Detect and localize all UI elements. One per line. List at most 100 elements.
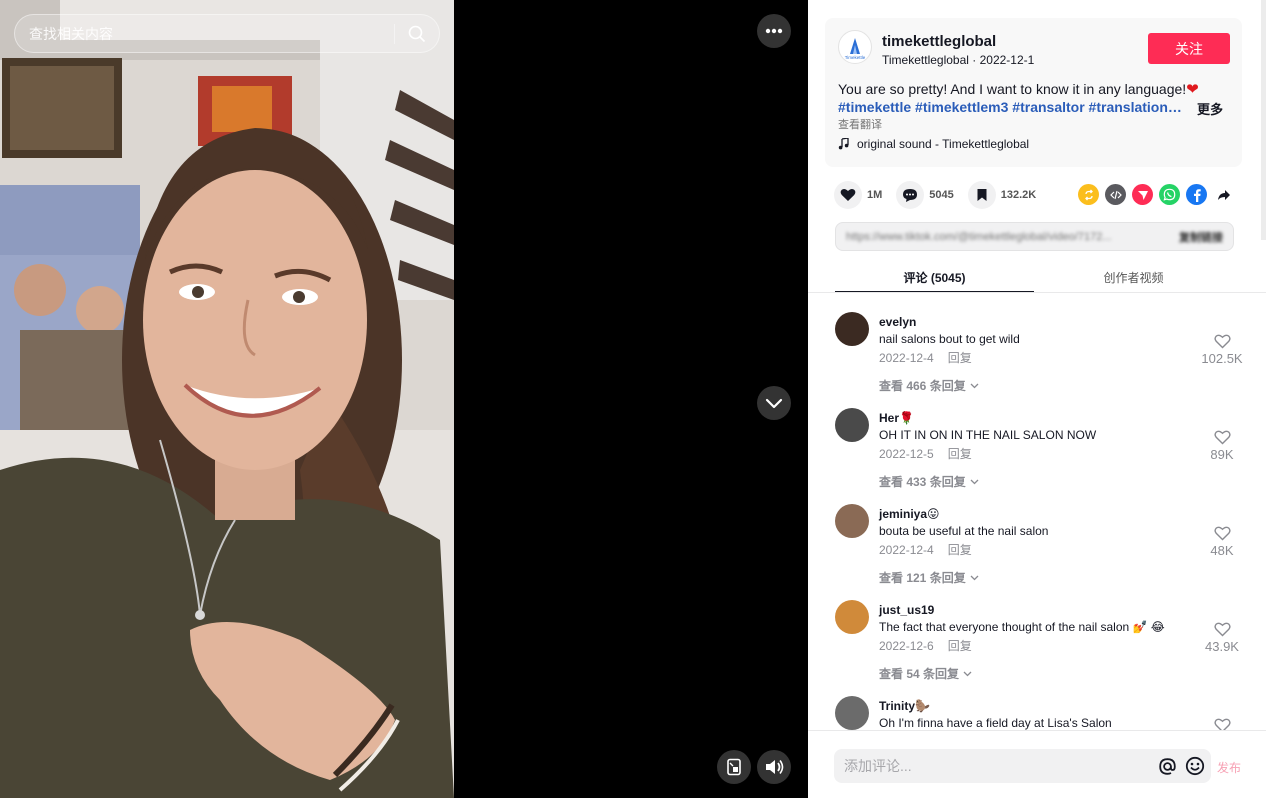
post-caption: You are so pretty! And I want to know it… [838,80,1199,98]
comment-like-count: 89K [1210,447,1234,462]
like-count: 1M [867,189,883,201]
comment-text: OH IT IN ON IN THE NAIL SALON NOW [879,428,1097,442]
comment-date: 2022-12-5 [879,447,934,461]
comment-like-button[interactable] [1198,718,1246,730]
heart-outline-icon [1213,526,1231,541]
comment-item: Her🌹 OH IT IN ON IN THE NAIL SALON NOW 2… [808,390,1266,489]
mini-player-icon[interactable] [717,750,751,784]
reply-button[interactable]: 回复 [948,447,972,461]
comment-text: The fact that everyone thought of the na… [879,620,1165,634]
author-card: Timekettle timekettleglobal Timekettlegl… [825,18,1242,167]
comment-list[interactable]: evelyn nail salons bout to get wild 2022… [808,294,1266,730]
copy-link-button[interactable]: 复制链接 [1179,229,1223,245]
follow-button[interactable]: 关注 [1148,33,1230,64]
comment-username[interactable]: jeminiya😛 [879,507,940,521]
tab-comments[interactable]: 评论 (5045) [835,262,1034,293]
reply-button[interactable]: 回复 [948,543,972,557]
comment-text: bouta be useful at the nail salon [879,524,1049,538]
hashtags[interactable]: #timekettle #timekettlem3 #transaltor #t… [838,99,1183,115]
details-panel: Timekettle timekettleglobal Timekettlegl… [808,0,1266,798]
scrollbar[interactable] [1261,0,1266,240]
comment-meta: 2022-12-6 回复 [879,637,972,654]
comment-username[interactable]: Trinity🦫 [879,699,930,713]
comment-date: 2022-12-4 [879,351,934,365]
like-button[interactable]: 1M [834,181,882,209]
chevron-down-icon [970,575,979,580]
search-icon[interactable] [395,15,439,52]
author-nickname[interactable]: Timekettleglobal [882,53,969,67]
send-icon[interactable] [1132,184,1153,205]
comment-meta: 2022-12-4 回复 [879,541,972,558]
chevron-down-icon [970,383,979,388]
reply-button[interactable]: 回复 [948,351,972,365]
comment-item: Trinity🦫 Oh I'm finna have a field day a… [808,678,1266,730]
comment-text: nail salons bout to get wild [879,332,1020,346]
heart-emoji-icon: ❤ [1186,81,1199,98]
comment-like-button[interactable]: 89K [1198,430,1246,462]
emoji-icon[interactable] [1183,754,1207,778]
tab-bar: 评论 (5045) 创作者视频 [835,262,1233,293]
post-comment-button[interactable]: 发布 [1217,759,1241,776]
author-username[interactable]: timekettleglobal [882,33,996,50]
repost-icon[interactable] [1078,184,1099,205]
favorite-count: 132.2K [1000,189,1037,201]
translate-link[interactable]: 查看翻译 [838,116,882,132]
comment-avatar[interactable] [835,696,869,730]
more-dots-icon[interactable] [757,14,791,48]
comment-input-wrap [834,749,1211,783]
comment-count: 5045 [929,189,954,201]
comment-icon [896,181,925,209]
video-panel [0,0,808,798]
whatsapp-icon[interactable] [1159,184,1180,205]
comment-username[interactable]: just_us19 [879,603,934,617]
search-box [14,14,440,53]
comment-meta: 2022-12-4 回复 [879,349,972,366]
engagement-stats: 1M 5045 132.2K [834,181,1050,209]
music-title: original sound - Timekettleglobal [857,137,1030,151]
comment-button[interactable]: 5045 [896,181,954,209]
music-note-icon [838,138,849,150]
at-icon[interactable] [1155,754,1179,778]
chevron-down-icon [970,479,979,484]
embed-icon[interactable] [1105,184,1126,205]
comment-avatar[interactable] [835,312,869,346]
svg-text:Timekettle: Timekettle [845,55,866,60]
forward-icon[interactable] [1213,184,1234,205]
heart-outline-icon [1213,334,1231,349]
timekettle-logo: Timekettle [845,38,866,60]
chevron-down-icon[interactable] [757,386,791,420]
comment-item: just_us19 The fact that everyone thought… [808,582,1266,681]
comment-like-button[interactable]: 43.9K [1198,622,1246,654]
comment-username[interactable]: evelyn [879,315,916,329]
heart-outline-icon [1213,622,1231,637]
comment-item: jeminiya😛 bouta be useful at the nail sa… [808,486,1266,585]
comment-avatar[interactable] [835,600,869,634]
video-frame-image [0,0,454,798]
video-link[interactable]: https://www.tiktok.com/@timekettleglobal… [846,231,1169,243]
comment-username[interactable]: Her🌹 [879,411,914,425]
facebook-icon[interactable] [1186,184,1207,205]
share-row [1078,184,1240,205]
comment-avatar[interactable] [835,504,869,538]
comment-item: evelyn nail salons bout to get wild 2022… [808,294,1266,393]
comment-date: 2022-12-4 [879,543,934,557]
caption-text: You are so pretty! And I want to know it… [838,81,1187,97]
favorite-button[interactable]: 132.2K [967,181,1037,209]
more-link[interactable]: 更多 [1197,99,1223,118]
avatar[interactable]: Timekettle [838,30,872,64]
comment-input[interactable] [834,749,1155,783]
search-input[interactable] [15,15,394,52]
comment-like-count: 48K [1210,543,1234,558]
comment-avatar[interactable] [835,408,869,442]
music-link[interactable]: original sound - Timekettleglobal [838,137,1029,151]
reply-button[interactable]: 回复 [948,639,972,653]
tabs-divider [808,292,1266,293]
tab-creator-videos[interactable]: 创作者视频 [1034,262,1233,293]
bookmark-icon [967,181,996,209]
video-player[interactable] [0,0,454,798]
comment-like-button[interactable]: 48K [1198,526,1246,558]
heart-outline-icon [1213,718,1231,730]
post-date: 2022-12-1 [979,53,1035,67]
volume-icon[interactable] [757,750,791,784]
comment-like-button[interactable]: 102.5K [1198,334,1246,366]
